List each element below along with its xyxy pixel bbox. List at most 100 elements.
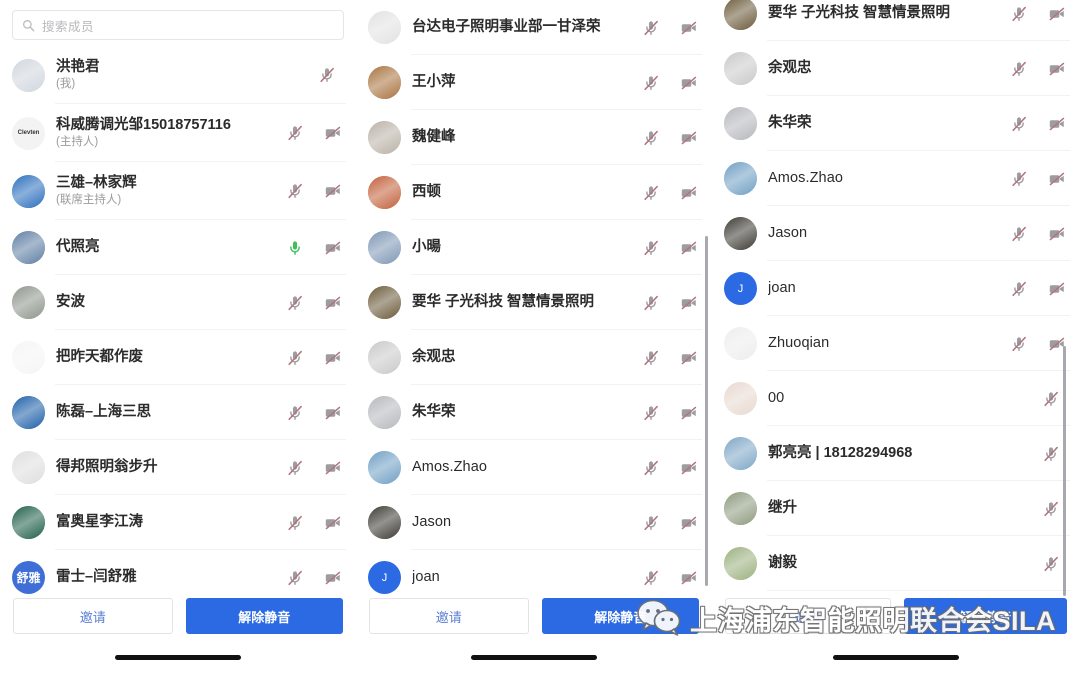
mic-muted-icon[interactable] [642, 184, 660, 202]
member-row[interactable]: 00 [712, 371, 1080, 426]
mic-muted-icon[interactable] [642, 349, 660, 367]
camera-off-icon[interactable] [324, 514, 342, 532]
camera-off-icon[interactable] [680, 74, 698, 92]
unmute-button[interactable]: 解除静音 [185, 598, 343, 634]
mic-muted-icon[interactable] [642, 19, 660, 37]
member-row[interactable]: 陈磊–上海三思 [0, 385, 356, 440]
mic-muted-icon[interactable] [1010, 225, 1028, 243]
camera-off-icon[interactable] [680, 514, 698, 532]
member-row[interactable]: Jason [712, 206, 1080, 261]
camera-off-icon[interactable] [680, 569, 698, 587]
mic-muted-icon[interactable] [642, 404, 660, 422]
member-row[interactable]: 代照亮 [0, 220, 356, 275]
camera-off-icon[interactable] [680, 184, 698, 202]
mic-muted-icon[interactable] [318, 66, 336, 84]
camera-off-icon[interactable] [324, 459, 342, 477]
mic-muted-icon[interactable] [642, 294, 660, 312]
camera-off-icon[interactable] [324, 569, 342, 587]
camera-off-icon[interactable] [680, 129, 698, 147]
member-row[interactable]: 朱华荣 [356, 385, 712, 440]
mic-muted-icon[interactable] [286, 124, 304, 142]
member-row[interactable]: Zhuoqian [712, 316, 1080, 371]
mic-muted-icon[interactable] [1042, 555, 1060, 573]
invite-button[interactable]: 邀请 [13, 598, 173, 634]
member-row[interactable]: 余观忠 [356, 330, 712, 385]
mic-muted-icon[interactable] [286, 569, 304, 587]
member-row[interactable]: 要华 子光科技 智慧情景照明 [712, 0, 1080, 41]
mic-muted-icon[interactable] [1010, 280, 1028, 298]
camera-off-icon[interactable] [680, 459, 698, 477]
member-row[interactable]: 台达电子照明事业部一甘泽荣 [356, 0, 712, 55]
mic-muted-icon[interactable] [1042, 500, 1060, 518]
mic-muted-icon[interactable] [1010, 60, 1028, 78]
search-input[interactable]: 搜索成员 [12, 10, 344, 40]
invite-button[interactable]: 邀请 [725, 598, 891, 634]
member-row[interactable]: 魏健峰 [356, 110, 712, 165]
member-row[interactable]: Clevten 科威腾调光邹15018757116 (主持人) [0, 104, 356, 162]
member-row[interactable]: Amos.Zhao [356, 440, 712, 495]
camera-off-icon[interactable] [680, 239, 698, 257]
camera-off-icon[interactable] [324, 349, 342, 367]
camera-off-icon[interactable] [680, 19, 698, 37]
mic-muted-icon[interactable] [286, 349, 304, 367]
mic-muted-icon[interactable] [1010, 5, 1028, 23]
camera-off-icon[interactable] [680, 349, 698, 367]
camera-off-icon[interactable] [324, 124, 342, 142]
camera-off-icon[interactable] [324, 404, 342, 422]
member-row[interactable]: 谢毅 [712, 536, 1080, 591]
member-row[interactable]: 朱华荣 [712, 96, 1080, 151]
mic-muted-icon[interactable] [1010, 115, 1028, 133]
camera-off-icon[interactable] [680, 404, 698, 422]
member-row[interactable]: 西顿 [356, 165, 712, 220]
mic-muted-icon[interactable] [286, 404, 304, 422]
member-row[interactable]: 洪艳君 (我) [0, 46, 356, 104]
mic-muted-icon[interactable] [286, 182, 304, 200]
mic-muted-icon[interactable] [642, 514, 660, 532]
member-row[interactable]: Amos.Zhao [712, 151, 1080, 206]
mic-muted-icon[interactable] [642, 239, 660, 257]
member-row[interactable]: 安波 [0, 275, 356, 330]
mic-muted-icon[interactable] [286, 514, 304, 532]
camera-off-icon[interactable] [1048, 225, 1066, 243]
unmute-button[interactable]: 解除静音 [903, 598, 1067, 634]
camera-off-icon[interactable] [1048, 115, 1066, 133]
mic-muted-icon[interactable] [1042, 445, 1060, 463]
scrollbar-thumb[interactable] [705, 236, 708, 586]
mic-muted-icon[interactable] [642, 459, 660, 477]
member-row[interactable]: 王小萍 [356, 55, 712, 110]
member-row[interactable]: 三雄–林家辉 (联席主持人) [0, 162, 356, 220]
camera-off-icon[interactable] [324, 239, 342, 257]
member-row[interactable]: 小暘 [356, 220, 712, 275]
camera-off-icon[interactable] [1048, 5, 1066, 23]
member-row[interactable]: 郭亮亮 | 18128294968 [712, 426, 1080, 481]
camera-off-icon[interactable] [1048, 60, 1066, 78]
mic-muted-icon[interactable] [1042, 390, 1060, 408]
camera-off-icon[interactable] [1048, 170, 1066, 188]
member-row[interactable]: 继升 [712, 481, 1080, 536]
mic-muted-icon[interactable] [286, 459, 304, 477]
scrollbar-thumb[interactable] [1063, 346, 1066, 596]
mic-muted-icon[interactable] [1010, 170, 1028, 188]
mic-muted-icon[interactable] [1010, 335, 1028, 353]
mic-muted-icon[interactable] [642, 74, 660, 92]
member-row[interactable]: 要华 子光科技 智慧情景照明 [356, 275, 712, 330]
invite-button[interactable]: 邀请 [369, 598, 529, 634]
member-row[interactable]: 富奥星李江涛 [0, 495, 356, 550]
camera-off-icon[interactable] [324, 294, 342, 312]
camera-off-icon[interactable] [680, 294, 698, 312]
camera-off-icon[interactable] [324, 182, 342, 200]
member-row[interactable]: Jason [356, 495, 712, 550]
member-list[interactable]: 要华 子光科技 智慧情景照明 余观忠 朱华荣 Amos.Zhao Jason Jjoan Z… [712, 0, 1080, 676]
member-row[interactable]: 余观忠 [712, 41, 1080, 96]
mic-muted-icon[interactable] [286, 294, 304, 312]
mic-muted-icon[interactable] [642, 569, 660, 587]
member-list[interactable]: 台达电子照明事业部一甘泽荣 王小萍 魏健峰 西顿 小暘 要华 子光科技 智慧情景照明 余观忠… [356, 0, 712, 676]
member-list[interactable]: 搜索成员洪艳君 (我) Clevten 科威腾调光邹15018757116 (主持人) 三… [0, 0, 356, 676]
member-row[interactable]: 得邦照明翁步升 [0, 440, 356, 495]
member-row[interactable]: Jjoan [712, 261, 1080, 316]
mic-on-icon[interactable] [286, 239, 304, 257]
mic-muted-icon[interactable] [642, 129, 660, 147]
member-row[interactable]: 把昨天都作废 [0, 330, 356, 385]
camera-off-icon[interactable] [1048, 280, 1066, 298]
unmute-button[interactable]: 解除静音 [541, 598, 699, 634]
